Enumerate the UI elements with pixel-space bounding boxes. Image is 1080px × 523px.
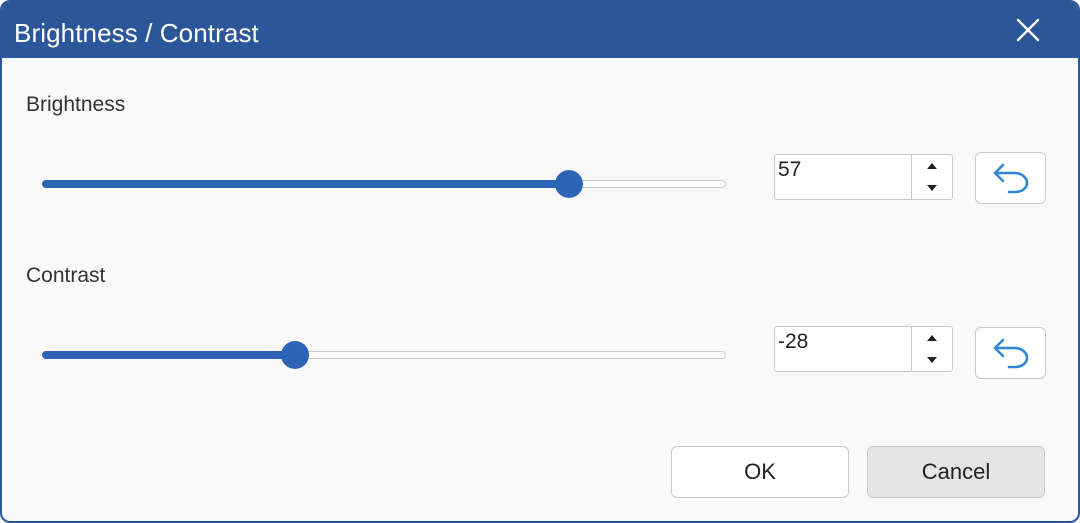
close-icon bbox=[1016, 18, 1040, 42]
contrast-slider[interactable] bbox=[42, 339, 726, 369]
contrast-slider-fill bbox=[42, 351, 295, 359]
contrast-slider-thumb[interactable] bbox=[281, 341, 309, 369]
contrast-spin-buttons bbox=[911, 326, 953, 372]
brightness-decrement-button[interactable] bbox=[912, 177, 952, 199]
brightness-contrast-dialog: Brightness / Contrast Brightness 57 Cont… bbox=[0, 0, 1080, 523]
brightness-spinbox bbox=[774, 154, 954, 200]
caret-down-icon bbox=[927, 357, 937, 363]
contrast-reset-button[interactable] bbox=[975, 327, 1046, 379]
caret-up-icon bbox=[927, 163, 937, 169]
contrast-decrement-button[interactable] bbox=[912, 349, 952, 371]
brightness-slider[interactable] bbox=[42, 168, 726, 198]
contrast-spinbox bbox=[774, 326, 954, 372]
title-bar: Brightness / Contrast bbox=[2, 2, 1078, 58]
undo-arrow-icon bbox=[993, 338, 1028, 369]
dialog-title: Brightness / Contrast bbox=[14, 18, 259, 48]
brightness-slider-fill bbox=[42, 180, 569, 188]
ok-button[interactable]: OK bbox=[671, 446, 849, 498]
cancel-button[interactable]: Cancel bbox=[867, 446, 1045, 498]
brightness-slider-thumb[interactable] bbox=[555, 170, 583, 198]
brightness-spin-buttons bbox=[911, 154, 953, 200]
brightness-increment-button[interactable] bbox=[912, 155, 952, 177]
caret-up-icon bbox=[927, 335, 937, 341]
undo-arrow-icon bbox=[993, 163, 1028, 194]
brightness-label: Brightness bbox=[26, 93, 126, 116]
brightness-reset-button[interactable] bbox=[975, 152, 1046, 204]
contrast-increment-button[interactable] bbox=[912, 327, 952, 349]
contrast-label: Contrast bbox=[26, 264, 106, 287]
brightness-value-input[interactable] bbox=[774, 154, 912, 200]
close-button[interactable] bbox=[1012, 14, 1044, 46]
caret-down-icon bbox=[927, 185, 937, 191]
contrast-value-input[interactable] bbox=[774, 326, 912, 372]
